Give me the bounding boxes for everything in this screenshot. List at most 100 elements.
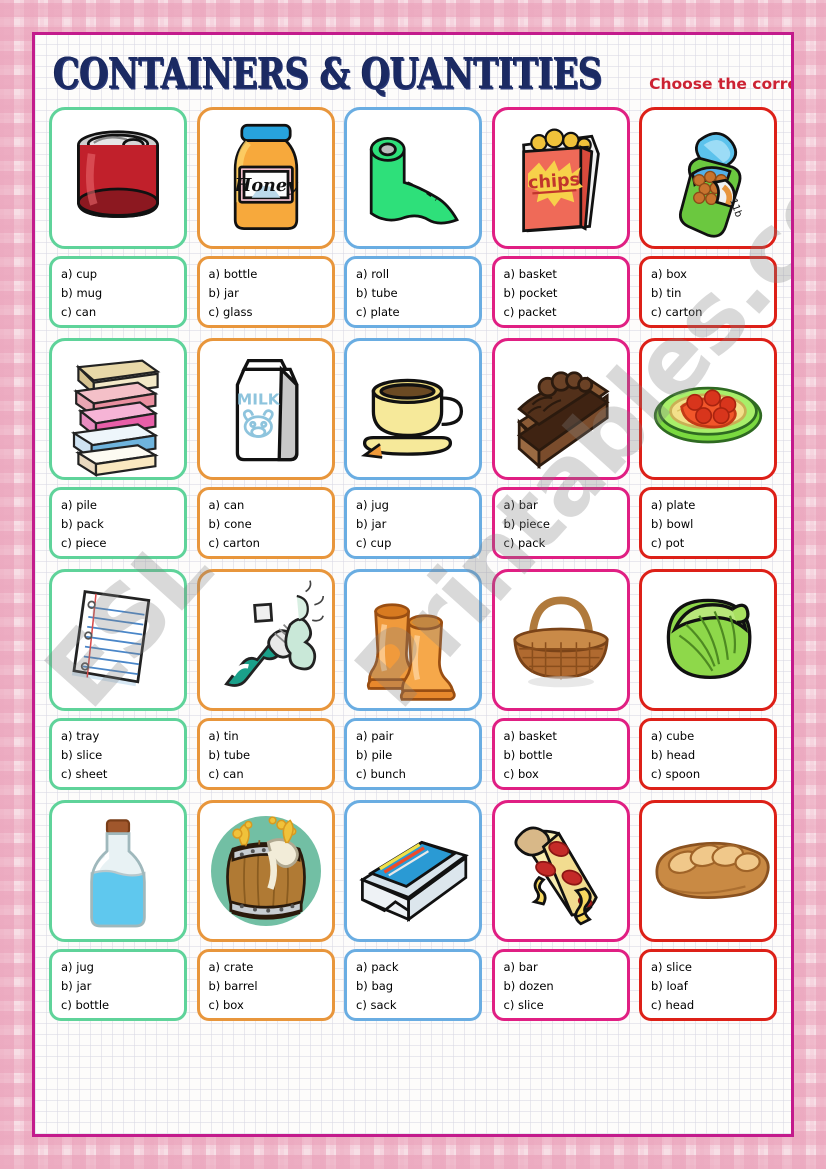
options-box-14[interactable]: a) basket b) bottle c) box: [491, 718, 630, 790]
exercise-row: a) pile b) pack c) piece MILK a) can b) con…: [43, 338, 783, 559]
option-choice[interactable]: a) slice: [651, 958, 774, 977]
option-choice[interactable]: a) can: [209, 496, 332, 515]
option-choice[interactable]: c) can: [61, 303, 184, 322]
options-box-5[interactable]: a) box b) tin c) carton: [639, 256, 777, 328]
option-choice[interactable]: a) pack: [356, 958, 479, 977]
options-box-4[interactable]: a) basket b) pocket c) packet: [491, 256, 630, 328]
option-choice[interactable]: c) glass: [209, 303, 332, 322]
option-choice[interactable]: c) sheet: [61, 765, 184, 784]
exercise-item-7: MILK a) can b) cone c) carton: [196, 338, 335, 559]
option-choice[interactable]: c) pot: [651, 534, 774, 553]
option-choice[interactable]: b) bag: [356, 977, 479, 996]
option-choice[interactable]: a) jug: [356, 496, 479, 515]
options-box-16[interactable]: a) jug b) jar c) bottle: [49, 949, 187, 1021]
option-choice[interactable]: a) cup: [61, 265, 184, 284]
option-choice[interactable]: b) jar: [209, 284, 332, 303]
options-box-2[interactable]: a) bottle b) jar c) glass: [196, 256, 335, 328]
options-box-19[interactable]: a) bar b) dozen c) slice: [491, 949, 630, 1021]
exercise-item-12: a) tin b) tube c) can: [196, 569, 335, 790]
option-choice[interactable]: b) dozen: [504, 977, 627, 996]
option-choice[interactable]: c) sack: [356, 996, 479, 1015]
option-choice[interactable]: a) basket: [504, 265, 627, 284]
card-pack-icon: [344, 800, 482, 942]
options-box-11[interactable]: a) tray b) slice c) sheet: [49, 718, 187, 790]
option-choice[interactable]: b) mug: [61, 284, 184, 303]
options-box-3[interactable]: a) roll b) tube c) plate: [344, 256, 482, 328]
options-box-13[interactable]: a) pair b) pile c) bunch: [344, 718, 482, 790]
exercise-item-15: a) cube b) head c) spoon: [639, 569, 777, 790]
option-choice[interactable]: c) bottle: [61, 996, 184, 1015]
options-box-15[interactable]: a) cube b) head c) spoon: [639, 718, 777, 790]
option-choice[interactable]: a) plate: [651, 496, 774, 515]
options-box-6[interactable]: a) pile b) pack c) piece: [49, 487, 187, 559]
option-choice[interactable]: b) slice: [61, 746, 184, 765]
option-choice[interactable]: a) cube: [651, 727, 774, 746]
barrel-icon: [196, 800, 335, 942]
option-choice[interactable]: b) pile: [356, 746, 479, 765]
option-choice[interactable]: a) bottle: [209, 265, 332, 284]
option-choice[interactable]: b) tin: [651, 284, 774, 303]
options-box-7[interactable]: a) can b) cone c) carton: [196, 487, 335, 559]
teacup-icon: [344, 338, 482, 480]
exercise-item-5: 11b a) box b) tin c) carton: [639, 107, 777, 328]
option-choice[interactable]: b) pocket: [504, 284, 627, 303]
option-choice[interactable]: a) basket: [504, 727, 627, 746]
option-choice[interactable]: b) bottle: [504, 746, 627, 765]
option-choice[interactable]: c) carton: [651, 303, 774, 322]
option-choice[interactable]: b) pack: [61, 515, 184, 534]
stack-of-boxes-icon: [49, 338, 187, 480]
option-choice[interactable]: c) can: [209, 765, 332, 784]
option-choice[interactable]: a) tin: [209, 727, 332, 746]
option-choice[interactable]: c) box: [209, 996, 332, 1015]
options-box-17[interactable]: a) crate b) barrel c) box: [196, 949, 335, 1021]
exercise-item-20: a) slice b) loaf c) head: [639, 800, 777, 1021]
option-choice[interactable]: a) bar: [504, 958, 627, 977]
option-choice[interactable]: a) pair: [356, 727, 479, 746]
option-choice[interactable]: a) box: [651, 265, 774, 284]
option-choice[interactable]: c) spoon: [651, 765, 774, 784]
exercise-item-8: a) jug b) jar c) cup: [344, 338, 482, 559]
exercise-item-19: a) bar b) dozen c) slice: [491, 800, 630, 1021]
spaghetti-plate-icon: [639, 338, 777, 480]
option-choice[interactable]: c) box: [504, 765, 627, 784]
option-choice[interactable]: b) loaf: [651, 977, 774, 996]
option-choice[interactable]: b) tube: [209, 746, 332, 765]
option-choice[interactable]: b) cone: [209, 515, 332, 534]
option-choice[interactable]: a) pile: [61, 496, 184, 515]
option-choice[interactable]: b) bowl: [651, 515, 774, 534]
options-box-1[interactable]: a) cup b) mug c) can: [49, 256, 187, 328]
toilet-roll-icon: [344, 107, 482, 249]
option-choice[interactable]: c) slice: [504, 996, 627, 1015]
toothpaste-tube-icon: [196, 569, 335, 711]
exercise-item-10: a) plate b) bowl c) pot: [639, 338, 777, 559]
option-choice[interactable]: c) cup: [356, 534, 479, 553]
option-choice[interactable]: a) tray: [61, 727, 184, 746]
option-choice[interactable]: a) bar: [504, 496, 627, 515]
option-choice[interactable]: b) tube: [356, 284, 479, 303]
option-choice[interactable]: b) jar: [356, 515, 479, 534]
svg-text:Honey: Honey: [233, 175, 298, 196]
option-choice[interactable]: c) carton: [209, 534, 332, 553]
option-choice[interactable]: c) plate: [356, 303, 479, 322]
options-box-10[interactable]: a) plate b) bowl c) pot: [639, 487, 777, 559]
option-choice[interactable]: a) jug: [61, 958, 184, 977]
options-box-12[interactable]: a) tin b) tube c) can: [196, 718, 335, 790]
option-choice[interactable]: c) bunch: [356, 765, 479, 784]
option-choice[interactable]: b) jar: [61, 977, 184, 996]
options-box-20[interactable]: a) slice b) loaf c) head: [639, 949, 777, 1021]
option-choice[interactable]: c) pack: [504, 534, 627, 553]
option-choice[interactable]: b) barrel: [209, 977, 332, 996]
options-box-8[interactable]: a) jug b) jar c) cup: [344, 487, 482, 559]
option-choice[interactable]: a) crate: [209, 958, 332, 977]
exercise-item-4: chips a) basket b) pocket c) packet: [491, 107, 630, 328]
exercise-item-11: a) tray b) slice c) sheet: [49, 569, 187, 790]
options-box-18[interactable]: a) pack b) bag c) sack: [344, 949, 482, 1021]
option-choice[interactable]: b) piece: [504, 515, 627, 534]
options-box-9[interactable]: a) bar b) piece c) pack: [491, 487, 630, 559]
exercise-item-9: a) bar b) piece c) pack: [491, 338, 630, 559]
option-choice[interactable]: c) packet: [504, 303, 627, 322]
option-choice[interactable]: b) head: [651, 746, 774, 765]
option-choice[interactable]: c) piece: [61, 534, 184, 553]
option-choice[interactable]: a) roll: [356, 265, 479, 284]
option-choice[interactable]: c) head: [651, 996, 774, 1015]
